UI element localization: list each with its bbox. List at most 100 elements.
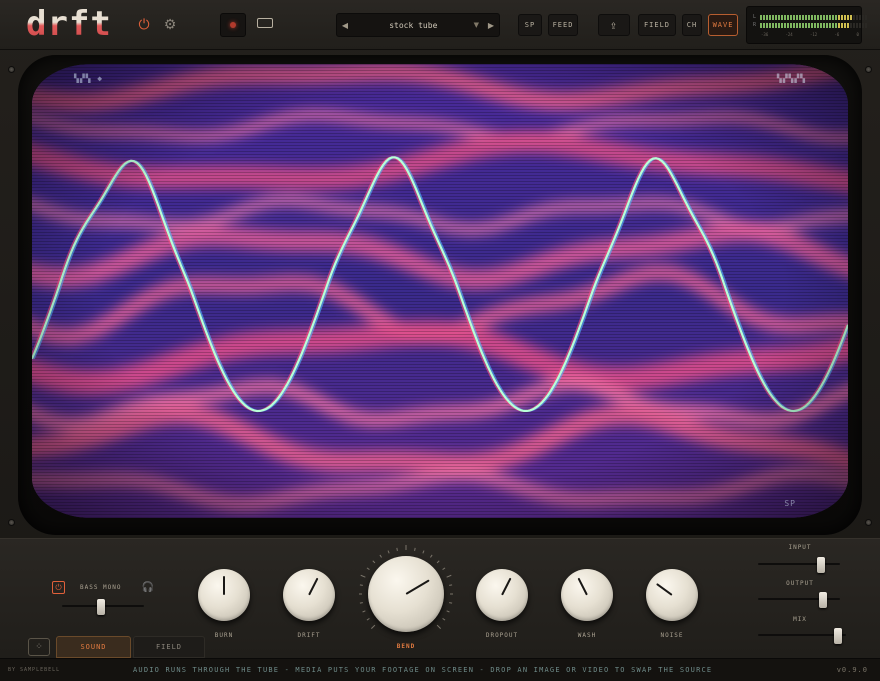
bass-mono-power-icon[interactable]: ⏻ — [52, 581, 65, 594]
mix-label: MIX — [793, 616, 807, 623]
meter-segment — [835, 14, 837, 20]
meter-segment — [820, 14, 822, 20]
version-label: v0.9.0 — [836, 666, 868, 674]
meter-segment — [766, 14, 768, 20]
screen-corner-glyph: ▚▞▚▞▚ — [776, 74, 806, 83]
meter-segment — [814, 14, 816, 20]
export-icon[interactable]: ⇪ — [598, 14, 630, 36]
meter-segment — [832, 22, 834, 28]
headphones-icon[interactable]: 🎧 — [141, 580, 155, 594]
slider-thumb[interactable] — [817, 557, 826, 573]
logo: drft — [26, 4, 112, 44]
slider-thumb[interactable] — [834, 628, 842, 644]
meter-segment — [865, 14, 867, 20]
preset-selector[interactable]: ◀ stock tube ▼ ▶ — [336, 13, 500, 37]
meter-segment — [793, 22, 795, 28]
mix-slider[interactable] — [758, 628, 846, 644]
randomize-icon[interactable]: ⁘ — [28, 638, 50, 656]
meter-segment — [826, 22, 828, 28]
dropout-knob[interactable] — [476, 569, 528, 621]
meter-segment — [838, 22, 840, 28]
meter-segment — [796, 14, 798, 20]
meter-segment — [799, 22, 801, 28]
screen-toggle-button[interactable] — [255, 15, 275, 31]
slider-track — [758, 563, 840, 565]
meter-scale-tick: -6 — [834, 32, 840, 37]
meter-segment — [796, 22, 798, 28]
screen-icon — [257, 18, 273, 28]
meter-segment — [847, 14, 849, 20]
knob-indicator — [223, 576, 225, 595]
record-icon — [230, 22, 236, 28]
brand-credit: BY SAMPLEBELL — [8, 667, 61, 673]
top-bar: drft ⏻ ⚙ ◀ stock tube ▼ ▶ SP FEED ⇪ FIEL… — [0, 0, 880, 50]
meter-segment — [775, 22, 777, 28]
meter-segment — [790, 22, 792, 28]
plugin-window: drft ⏻ ⚙ ◀ stock tube ▼ ▶ SP FEED ⇪ FIEL… — [0, 0, 880, 681]
meter-segment — [769, 22, 771, 28]
ch-button[interactable]: CH — [682, 14, 702, 36]
slider-thumb[interactable] — [96, 599, 105, 615]
meter-segment — [790, 14, 792, 20]
sp-button[interactable]: SP — [518, 14, 542, 36]
knob-indicator — [308, 577, 319, 596]
meter-scale-tick: -36 — [761, 32, 769, 37]
screw — [8, 66, 15, 73]
meter-segment — [817, 22, 819, 28]
meter-segment — [817, 14, 819, 20]
tab-field[interactable]: FIELD — [133, 636, 205, 658]
level-meter: L R -36 -24 -12 -6 0 — [746, 6, 867, 44]
preset-next-button[interactable]: ▶ — [483, 14, 499, 36]
meter-segment — [769, 14, 771, 20]
meter-segment — [841, 22, 843, 28]
bass-mono-slider[interactable] — [62, 599, 144, 615]
chevron-down-icon[interactable]: ▼ — [474, 21, 479, 29]
meter-right-label: R — [753, 22, 757, 28]
field-button[interactable]: FIELD — [638, 14, 676, 36]
burn-knob[interactable] — [198, 569, 250, 621]
noise-knob[interactable] — [646, 569, 698, 621]
preset-prev-button[interactable]: ◀ — [337, 14, 353, 36]
wash-knob[interactable] — [561, 569, 613, 621]
meter-segment — [772, 14, 774, 20]
dropout-label: DROPOUT — [485, 632, 519, 639]
meter-segment — [820, 22, 822, 28]
meter-segment — [775, 14, 777, 20]
meter-segment — [760, 22, 762, 28]
feed-button[interactable]: FEED — [548, 14, 578, 36]
tab-sound[interactable]: SOUND — [56, 636, 131, 658]
drift-label: DRIFT — [297, 632, 321, 639]
gear-icon[interactable]: ⚙ — [160, 15, 180, 35]
record-button[interactable] — [220, 13, 246, 37]
drift-knob[interactable] — [283, 569, 335, 621]
meter-segment — [853, 22, 855, 28]
wash-label: WASH — [577, 632, 597, 639]
meter-segment — [844, 14, 846, 20]
output-slider[interactable] — [758, 592, 840, 608]
screw — [8, 519, 15, 526]
meter-segment — [832, 14, 834, 20]
meter-segment — [859, 14, 861, 20]
wave-button[interactable]: WAVE — [708, 14, 738, 36]
meter-segment — [865, 22, 867, 28]
meter-segment — [808, 22, 810, 28]
meter-segment — [844, 22, 846, 28]
meter-segment — [847, 22, 849, 28]
input-slider[interactable] — [758, 557, 840, 573]
meter-segment — [829, 22, 831, 28]
knob-indicator — [577, 577, 588, 596]
meter-segment — [766, 22, 768, 28]
meter-segment — [838, 14, 840, 20]
meter-segment — [856, 22, 858, 28]
meter-segment — [793, 14, 795, 20]
power-icon[interactable]: ⏻ — [134, 15, 154, 35]
bend-knob[interactable] — [368, 556, 444, 632]
meter-segment — [799, 14, 801, 20]
knob-indicator — [405, 579, 431, 595]
crt-screen[interactable]: ▚▞▚ ◆ ▚▞▚▞▚ SP — [32, 64, 848, 518]
meter-segment — [763, 14, 765, 20]
meter-segment — [829, 14, 831, 20]
preset-name[interactable]: stock tube — [353, 21, 474, 30]
meter-scale-tick: -12 — [809, 32, 818, 37]
slider-thumb[interactable] — [818, 592, 827, 608]
